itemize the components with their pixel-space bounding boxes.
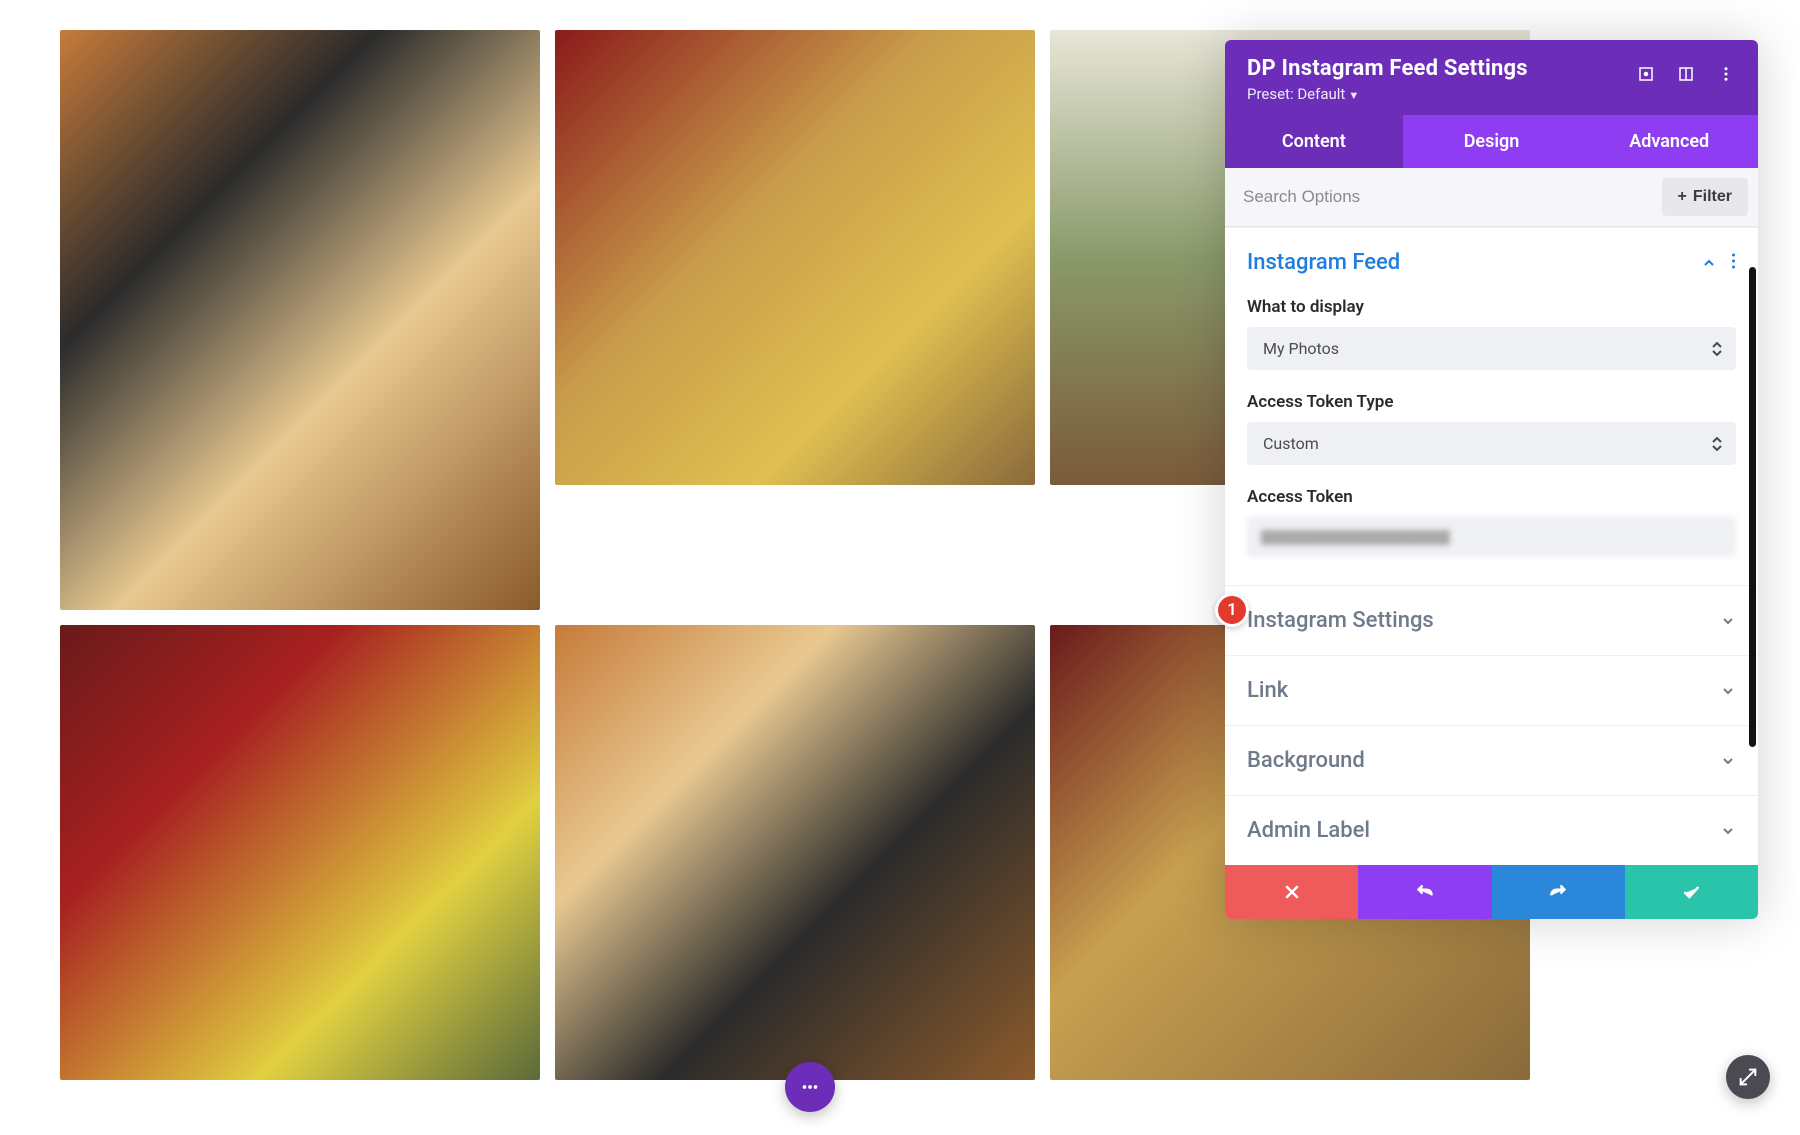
expand-settings-icon[interactable] bbox=[1630, 58, 1662, 90]
section-title: Instagram Settings bbox=[1247, 608, 1434, 633]
section-header[interactable]: Link bbox=[1225, 656, 1758, 725]
panel-header[interactable]: DP Instagram Feed Settings Preset: Defau… bbox=[1225, 40, 1758, 115]
tab-content[interactable]: Content bbox=[1225, 115, 1403, 168]
caret-down-icon: ▼ bbox=[1348, 89, 1359, 102]
undo-button[interactable] bbox=[1358, 865, 1491, 919]
section-instagram-settings: Instagram Settings bbox=[1225, 585, 1758, 655]
search-filter-row: + Filter bbox=[1225, 168, 1758, 227]
page-actions-fab[interactable] bbox=[785, 1062, 835, 1112]
module-settings-panel: DP Instagram Feed Settings Preset: Defau… bbox=[1225, 40, 1758, 919]
settings-tabs: Content Design Advanced bbox=[1225, 115, 1758, 168]
chevron-up-icon bbox=[1701, 255, 1717, 271]
field-label-token-type: Access Token Type bbox=[1247, 392, 1736, 412]
section-content: What to display My Photos Access Token T… bbox=[1225, 297, 1758, 585]
filter-button[interactable]: + Filter bbox=[1662, 178, 1748, 216]
save-button[interactable] bbox=[1625, 865, 1758, 919]
select-value: Custom bbox=[1263, 434, 1319, 453]
sort-icon bbox=[1712, 437, 1722, 451]
gallery-image[interactable] bbox=[60, 30, 540, 610]
section-link: Link bbox=[1225, 655, 1758, 725]
chevron-down-icon bbox=[1720, 683, 1736, 699]
section-menu-icon[interactable] bbox=[1731, 252, 1736, 274]
panel-header-actions bbox=[1630, 58, 1742, 90]
section-title: Background bbox=[1247, 748, 1365, 773]
section-header[interactable]: Background bbox=[1225, 726, 1758, 795]
tab-advanced[interactable]: Advanced bbox=[1580, 115, 1758, 168]
select-value: My Photos bbox=[1263, 339, 1339, 358]
cancel-button[interactable] bbox=[1225, 865, 1358, 919]
access-token-input[interactable] bbox=[1247, 517, 1736, 557]
redo-button[interactable] bbox=[1492, 865, 1625, 919]
gallery-image[interactable] bbox=[555, 625, 1035, 1080]
preset-label: Preset: Default bbox=[1247, 85, 1345, 103]
responsive-view-icon[interactable] bbox=[1670, 58, 1702, 90]
section-title: Link bbox=[1247, 678, 1288, 703]
expand-fullscreen-fab[interactable] bbox=[1726, 1055, 1770, 1099]
panel-body[interactable]: Instagram Feed What to display My Photos bbox=[1225, 227, 1758, 865]
field-label-access-token: Access Token bbox=[1247, 487, 1736, 507]
search-options-input[interactable] bbox=[1243, 187, 1662, 207]
section-instagram-feed: Instagram Feed What to display My Photos bbox=[1225, 227, 1758, 585]
sort-icon bbox=[1712, 342, 1722, 356]
section-background: Background bbox=[1225, 725, 1758, 795]
field-label-what-to-display: What to display bbox=[1247, 297, 1736, 317]
gallery-image[interactable] bbox=[60, 625, 540, 1080]
section-admin-label: Admin Label bbox=[1225, 795, 1758, 865]
section-title: Admin Label bbox=[1247, 818, 1370, 843]
chevron-down-icon bbox=[1720, 753, 1736, 769]
section-header[interactable]: Admin Label bbox=[1225, 796, 1758, 865]
select-token-type[interactable]: Custom bbox=[1247, 422, 1736, 465]
chevron-down-icon bbox=[1720, 613, 1736, 629]
gallery-image[interactable] bbox=[555, 30, 1035, 485]
section-title: Instagram Feed bbox=[1247, 250, 1400, 275]
filter-label: Filter bbox=[1693, 188, 1732, 206]
section-header[interactable]: Instagram Settings bbox=[1225, 586, 1758, 655]
scrollbar-thumb[interactable] bbox=[1749, 267, 1756, 747]
tab-design[interactable]: Design bbox=[1403, 115, 1581, 168]
section-header[interactable]: Instagram Feed bbox=[1225, 228, 1758, 297]
annotation-badge-1: 1 bbox=[1215, 593, 1249, 627]
plus-icon: + bbox=[1678, 188, 1687, 206]
chevron-down-icon bbox=[1720, 823, 1736, 839]
more-options-icon[interactable] bbox=[1710, 58, 1742, 90]
panel-footer bbox=[1225, 865, 1758, 919]
select-what-to-display[interactable]: My Photos bbox=[1247, 327, 1736, 370]
